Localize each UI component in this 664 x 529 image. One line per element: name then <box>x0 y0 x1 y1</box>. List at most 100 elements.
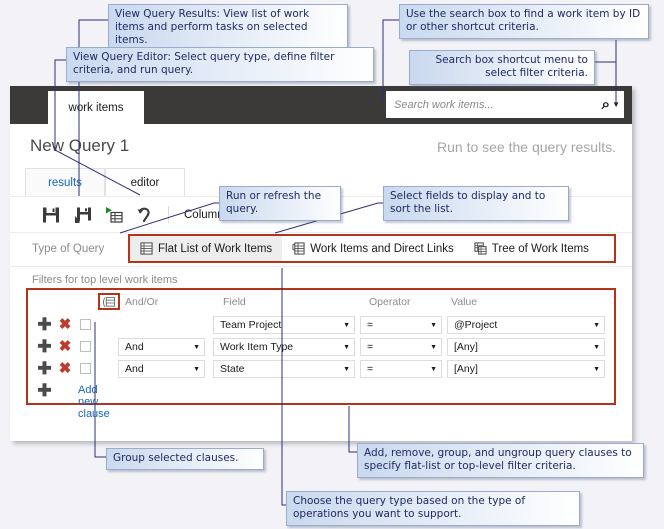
search-icon[interactable]: ⌕ <box>602 97 610 112</box>
chevron-down-icon: ▼ <box>430 321 437 329</box>
operator-value: = <box>367 319 374 331</box>
tab-results[interactable]: results <box>25 168 105 197</box>
field-value: State <box>220 363 245 375</box>
value-dropdown[interactable]: @Project ▼ <box>447 316 605 334</box>
callout-view-query-results: View Query Results: View list of work it… <box>108 4 348 52</box>
callout-text: Choose the query type based on the type … <box>293 495 526 520</box>
plus-icon[interactable]: ✚ <box>37 338 52 355</box>
callout-text: Use the search box to find a work item b… <box>406 8 641 33</box>
chevron-down-icon: ▼ <box>343 321 350 329</box>
add-new-clause-link[interactable]: Add new clause <box>78 384 110 420</box>
delete-x-icon[interactable]: ✖ <box>58 317 72 332</box>
callout-view-query-editor: View Query Editor: Select query type, de… <box>66 47 374 82</box>
row-checkbox[interactable] <box>80 341 91 352</box>
callout-search-shortcut-menu: Search box shortcut menu to select filte… <box>409 50 595 85</box>
operator-dropdown[interactable]: = ▼ <box>360 360 442 378</box>
operator-value: = <box>367 363 374 375</box>
chevron-down-icon: ▼ <box>343 365 350 373</box>
run-query-icon[interactable] <box>105 206 123 224</box>
filters-header-operator: Operator <box>369 296 411 308</box>
value-dropdown[interactable]: [Any] ▼ <box>447 360 605 378</box>
callout-use-search-box: Use the search box to find a work item b… <box>399 4 649 39</box>
tab-work-items[interactable]: work items <box>48 91 144 124</box>
filters-section-label: Filters for top level work items <box>32 274 178 286</box>
query-type-flat-list-label: Flat List of Work Items <box>158 242 273 255</box>
type-of-query-label: Type of Query <box>32 243 105 255</box>
delete-x-icon[interactable]: ✖ <box>58 339 72 354</box>
query-type-direct-links-label: Work Items and Direct Links <box>310 242 454 255</box>
row-checkbox[interactable] <box>80 319 91 330</box>
filters-header-value: Value <box>451 296 478 308</box>
callout-text: Run or refresh the query. <box>226 190 322 215</box>
query-results-hint: Run to see the query results. <box>437 139 616 155</box>
chevron-down-icon: ▼ <box>343 343 350 351</box>
tab-editor[interactable]: editor <box>105 168 185 197</box>
operator-dropdown[interactable]: = ▼ <box>360 338 442 356</box>
callout-choose-query-type: Choose the query type based on the type … <box>286 491 580 526</box>
filter-row: ✚ ✖ ▼ Team Project ▼ = ▼ <box>28 314 614 336</box>
group-clauses-icon[interactable]: ( <box>98 293 120 310</box>
chevron-down-icon: ▼ <box>593 321 600 329</box>
plus-icon[interactable]: ✚ <box>37 382 52 399</box>
delete-x-icon[interactable]: ✖ <box>58 361 72 376</box>
chevron-down-icon: ▼ <box>593 343 600 351</box>
annotated-screenshot: View Query Results: View list of work it… <box>0 0 664 529</box>
callout-text: View Query Results: View list of work it… <box>115 8 310 46</box>
chevron-down-icon: ▼ <box>193 365 200 373</box>
query-type-direct-links[interactable]: Work Items and Direct Links <box>282 236 464 261</box>
chevron-down-icon[interactable]: ▼ <box>612 100 620 109</box>
callout-group-selected-clauses: Group selected clauses. <box>106 448 264 470</box>
filters-panel: ( And/Or Field Operator Value ✚ ✖ Team P… <box>26 288 616 420</box>
row-checkbox[interactable] <box>80 363 91 374</box>
callout-text: View Query Editor: Select query type, de… <box>73 51 335 76</box>
callout-text: Select fields to display and to sort the… <box>390 190 546 215</box>
callout-text: Search box shortcut menu to select filte… <box>435 54 588 79</box>
tab-work-items-label: work items <box>68 101 124 114</box>
app-topbar: work items Search work items... ⌕ ▼ <box>10 86 632 124</box>
query-type-flat-list[interactable]: Flat List of Work Items <box>130 236 283 261</box>
value-dropdown[interactable]: [Any] ▼ <box>447 338 605 356</box>
callout-text: Add, remove, group, and ungroup query cl… <box>364 447 632 472</box>
field-value: Team Project <box>220 319 282 331</box>
tab-editor-label: editor <box>130 176 160 189</box>
chevron-down-icon: ▼ <box>193 343 200 351</box>
chevron-down-icon: ▼ <box>430 365 437 373</box>
plus-icon[interactable]: ✚ <box>37 360 52 377</box>
flat-list-icon <box>140 242 153 255</box>
operator-value: = <box>367 341 374 353</box>
search-input[interactable]: Search work items... ⌕ ▼ <box>386 91 624 118</box>
query-type-tree[interactable]: Tree of Work Items <box>464 236 599 261</box>
search-placeholder: Search work items... <box>394 98 494 111</box>
and-or-dropdown[interactable]: And ▼ <box>118 338 205 356</box>
save-icon[interactable] <box>42 206 60 224</box>
pivot-tabs: results editor <box>25 168 185 197</box>
chevron-down-icon: ▼ <box>593 365 600 373</box>
svg-text:(: ( <box>102 297 106 307</box>
direct-links-icon <box>292 242 305 255</box>
app-body: New Query 1 Run to see the query results… <box>10 124 632 441</box>
callout-select-fields: Select fields to display and to sort the… <box>383 186 569 221</box>
field-dropdown[interactable]: Team Project ▼ <box>213 316 355 334</box>
field-dropdown[interactable]: Work Item Type ▼ <box>213 338 355 356</box>
save-as-icon[interactable] <box>74 206 92 224</box>
toolbar-separator <box>168 206 169 223</box>
and-or-dropdown[interactable]: And ▼ <box>118 360 205 378</box>
type-of-query-row: Type of Query Flat List of Work Items Wo… <box>10 234 632 266</box>
tree-icon <box>474 242 487 255</box>
field-value: Work Item Type <box>220 341 294 353</box>
tab-results-label: results <box>48 176 82 189</box>
value-value: @Project <box>454 319 498 331</box>
field-dropdown[interactable]: State ▼ <box>213 360 355 378</box>
callout-text: Group selected clauses. <box>113 452 239 464</box>
chevron-down-icon: ▼ <box>430 343 437 351</box>
undo-icon[interactable] <box>136 206 154 224</box>
value-value: [Any] <box>454 341 478 353</box>
plus-icon[interactable]: ✚ <box>37 316 52 333</box>
and-or-value: And <box>125 341 144 353</box>
operator-dropdown[interactable]: = ▼ <box>360 316 442 334</box>
page-title: New Query 1 <box>30 136 130 155</box>
callout-add-remove-group: Add, remove, group, and ungroup query cl… <box>357 443 644 478</box>
application-window: work items Search work items... ⌕ ▼ New … <box>10 86 632 441</box>
filter-row: ✚ ✖ And ▼ State ▼ = ▼ [Any] ▼ <box>28 358 614 380</box>
callout-run-or-refresh: Run or refresh the query. <box>219 186 341 221</box>
